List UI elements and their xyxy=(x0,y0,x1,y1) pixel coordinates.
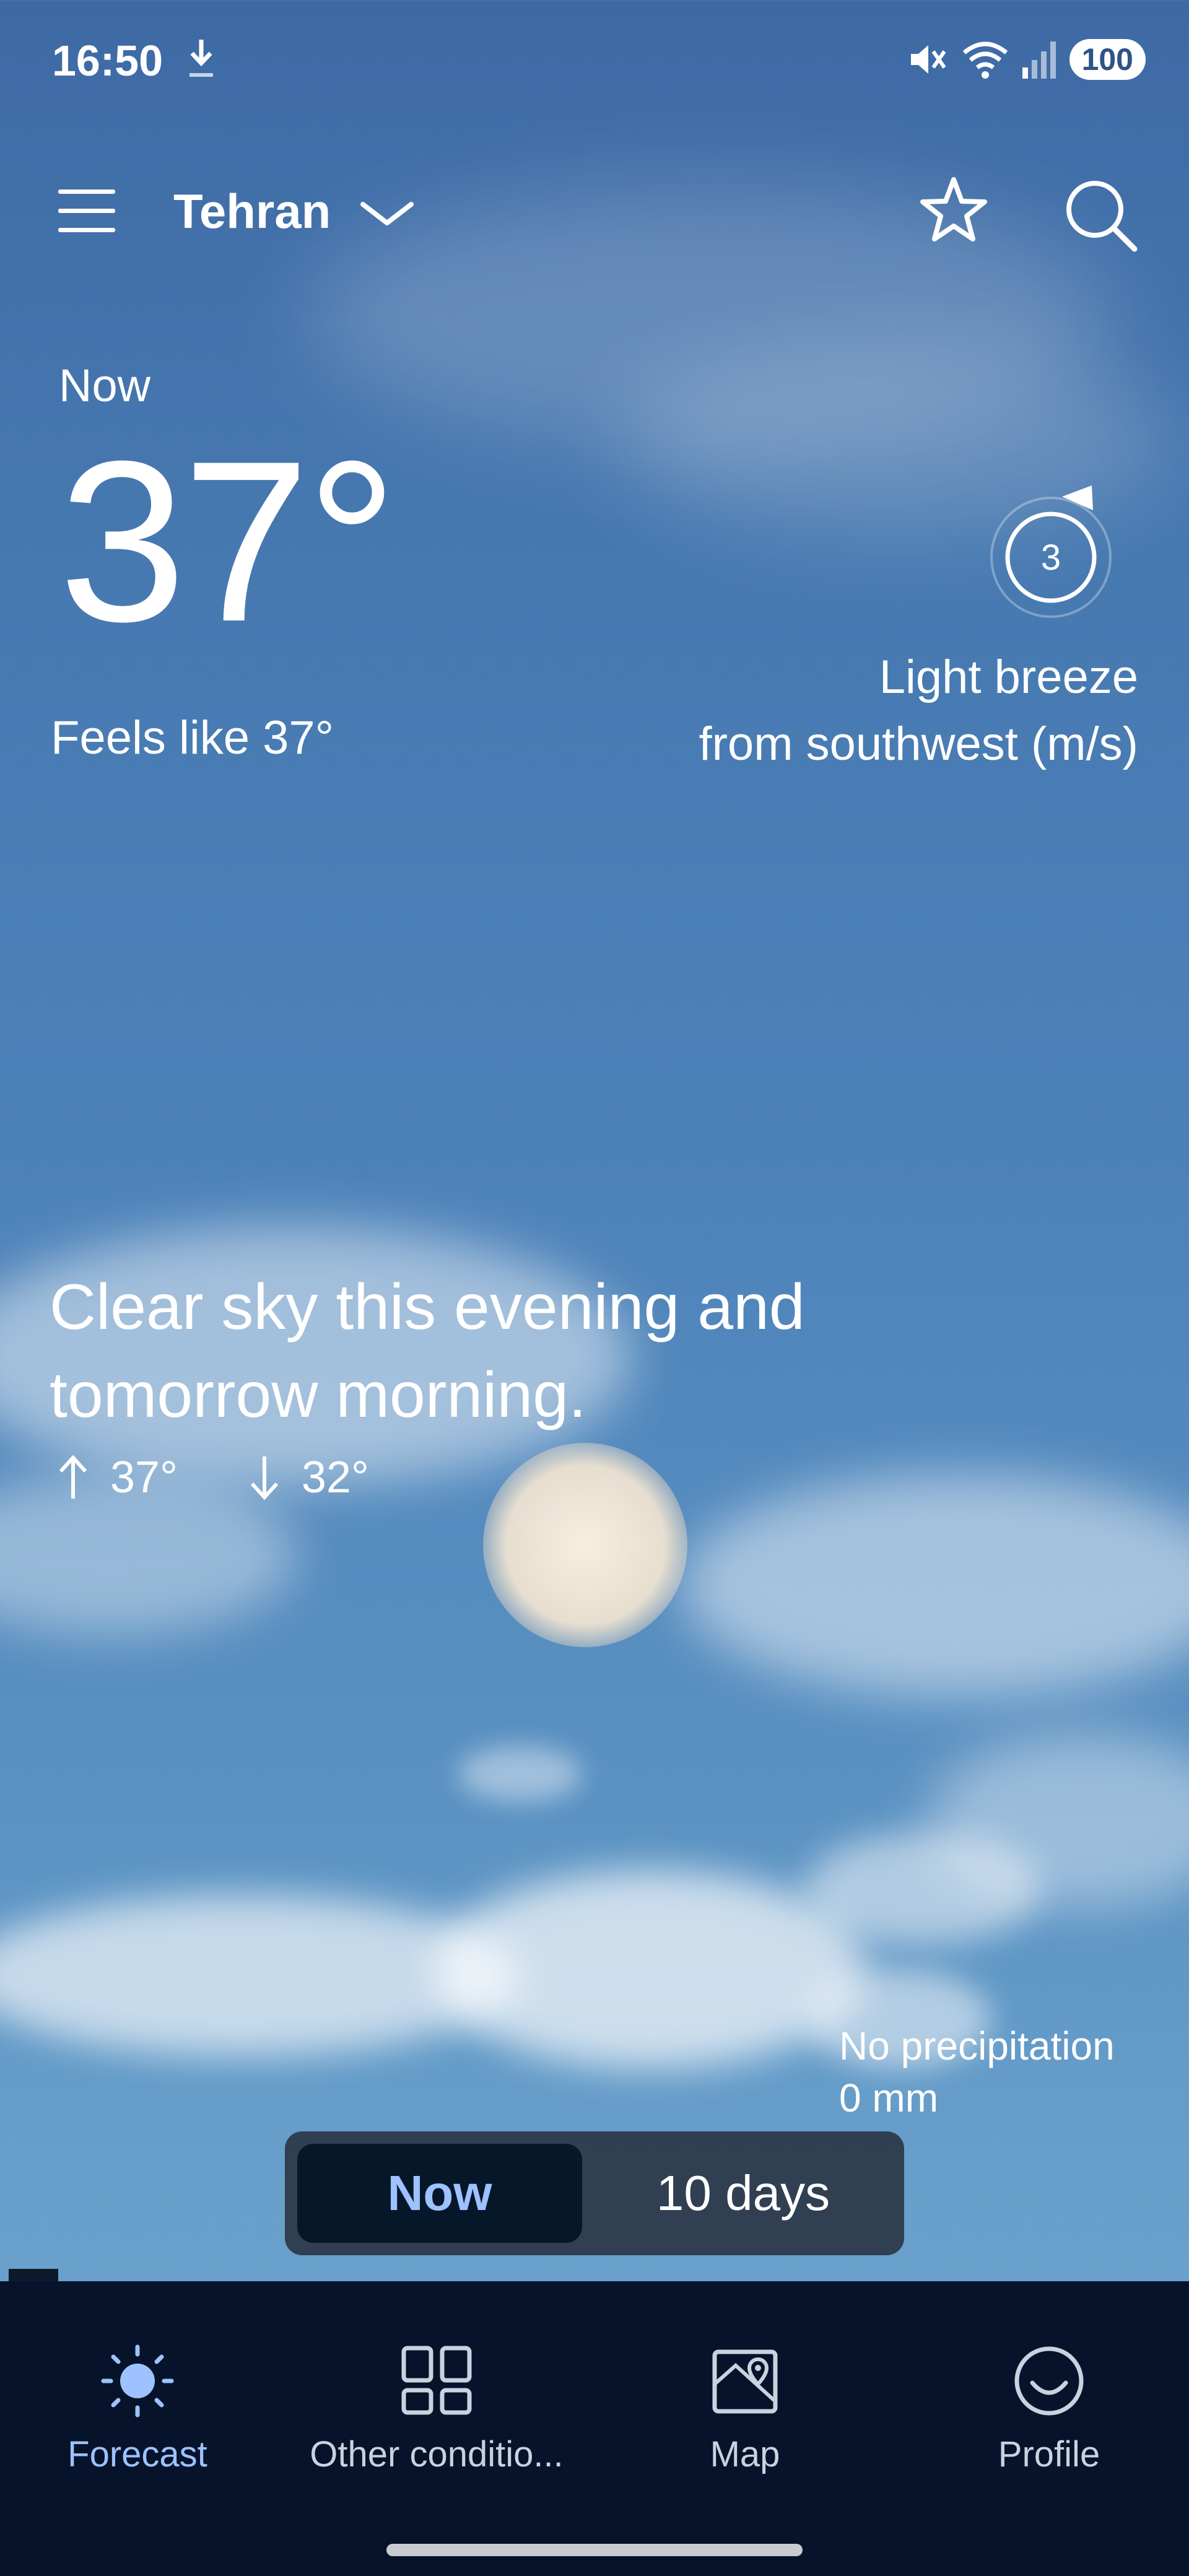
precip-amount: 0 mm xyxy=(839,2076,938,2120)
view-toggle: Now 10 days xyxy=(285,2131,904,2255)
feels-like: Feels like 37° xyxy=(51,711,334,764)
cloud xyxy=(433,1870,867,2068)
nav-label-profile: Profile xyxy=(998,2434,1100,2474)
nav-label-other: Other conditio... xyxy=(310,2434,564,2474)
high-temp: 37° xyxy=(110,1453,178,1502)
search-icon[interactable] xyxy=(1059,173,1139,254)
battery-indicator: 100 xyxy=(1069,39,1146,80)
profile-icon xyxy=(1014,2346,1084,2416)
wifi-icon xyxy=(962,41,1008,79)
wind-direction-icon: 3 xyxy=(990,485,1112,618)
nav-label-forecast: Forecast xyxy=(68,2434,207,2474)
arrow-down-icon xyxy=(250,1456,279,1500)
cloud xyxy=(458,1746,582,1802)
status-bar: 16:50 100 xyxy=(0,0,1189,124)
nav-forecast[interactable]: Forecast xyxy=(7,2341,268,2475)
sun xyxy=(483,1443,687,1647)
tab-now[interactable]: Now xyxy=(297,2144,582,2243)
wind-line-1: Light breeze xyxy=(879,651,1138,703)
wind-speed: 3 xyxy=(1041,537,1061,578)
map-icon xyxy=(712,2349,778,2414)
nav-map[interactable]: Map xyxy=(615,2341,875,2475)
wind-description: Light breeze from southwest (m/s) xyxy=(699,644,1138,778)
download-icon xyxy=(189,40,213,77)
status-time: 16:50 xyxy=(52,37,163,85)
high-low: 37° 32° xyxy=(54,1452,369,1503)
nav-label-map: Map xyxy=(710,2434,780,2474)
now-label: Now xyxy=(59,360,151,411)
sun-icon xyxy=(101,2344,174,2417)
scroll-indicator xyxy=(9,2269,58,2282)
tab-10-days[interactable]: 10 days xyxy=(594,2144,892,2243)
precip-label: No precipitation xyxy=(839,2024,1115,2068)
current-temperature: 37° xyxy=(59,414,398,669)
bottom-navigation: Forecast Other conditio... Map Profile xyxy=(0,2281,1189,2576)
app-bar: Tehran xyxy=(0,161,1189,260)
wind-line-2: from southwest (m/s) xyxy=(699,718,1138,770)
precipitation: No precipitation 0 mm xyxy=(839,2020,1115,2124)
grid-icon xyxy=(401,2346,472,2415)
city-selector[interactable]: Tehran xyxy=(173,183,331,240)
forecast-summary: Clear sky this evening and tomorrow morn… xyxy=(50,1271,805,1431)
chevron-down-icon[interactable] xyxy=(359,198,415,229)
mute-icon xyxy=(910,45,946,74)
nav-profile[interactable]: Profile xyxy=(919,2341,1179,2475)
low-temp: 32° xyxy=(301,1453,369,1502)
status-icons: 100 xyxy=(906,35,1146,84)
cloud xyxy=(681,1474,1189,1697)
favorite-star-icon[interactable] xyxy=(917,173,991,248)
gesture-bar xyxy=(386,2544,803,2556)
arrow-up-icon xyxy=(59,1455,87,1499)
menu-icon[interactable] xyxy=(56,186,118,235)
nav-other-conditions[interactable]: Other conditio... xyxy=(307,2341,567,2475)
signal-icon xyxy=(1022,41,1056,79)
